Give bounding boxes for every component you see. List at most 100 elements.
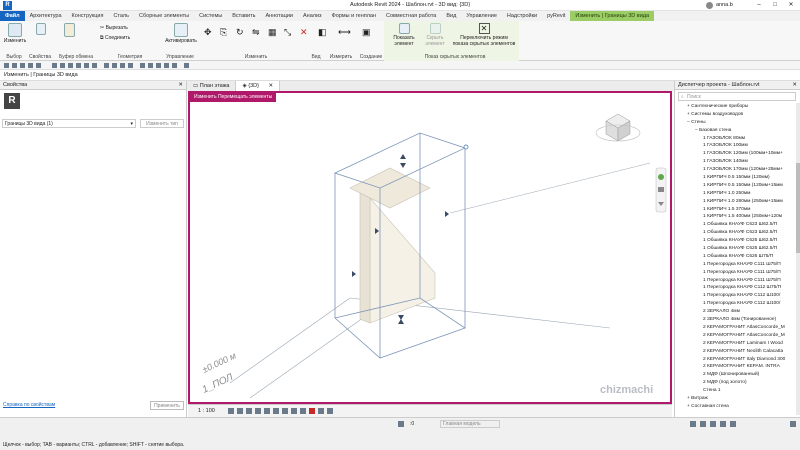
browser-tree-item[interactable]: 1 Обшивка КНАУФ С623 Ш62.5/П (675, 229, 795, 237)
browser-tree-item[interactable]: 1 ГАЗОБЛОК 120мм (100мм+10мм+ (675, 150, 795, 158)
close-browser-icon[interactable]: ✕ (792, 81, 797, 90)
tab-collaborate[interactable]: Совместная работа (381, 11, 441, 21)
browser-tree-item[interactable]: 1 Перегородка КНАУФ С111 Ш75/П (675, 261, 795, 269)
tab-architecture[interactable]: Архитектура (25, 11, 67, 21)
browser-tree-item[interactable]: 1 Перегородка КНАУФ С112 Ш100/ (675, 300, 795, 308)
browser-tree-item[interactable]: 2 КЕРАМОГРАНИТ Neolith Calacatta (675, 348, 795, 356)
paste-button[interactable] (62, 23, 76, 38)
delete-tool[interactable]: ✕ (300, 27, 308, 38)
status-model-selector[interactable]: Главная модель (440, 420, 500, 428)
rotate-tool[interactable]: ↻ (236, 27, 244, 38)
type-selector[interactable]: Границы 3D вида (1) ▾ (2, 119, 136, 128)
mirror-tool[interactable]: ⇋ (252, 27, 260, 38)
level-annotation: ±0.000 м 1_ПОЛ (201, 350, 238, 395)
browser-tree-item[interactable]: 1 ГАЗОБЛОК 140мм (675, 158, 795, 166)
browser-tree-item[interactable]: Стена 1 (675, 387, 795, 395)
browser-tree-item[interactable]: 1 КИРПИЧ 1.0 250мм (675, 190, 795, 198)
view-scale[interactable]: 1 : 100 (198, 408, 215, 414)
show-element-button[interactable]: Показать элемент (388, 23, 420, 47)
browser-tree-item[interactable]: 2 КЕРАМОГРАНИТ Italy Diamond 300 (675, 356, 795, 364)
close-properties-icon[interactable]: ✕ (178, 81, 183, 90)
model-canvas[interactable]: ±0.000 м 1_ПОЛ chizmachi (190, 93, 670, 402)
toggle-reveal-hidden-button[interactable]: ✕ Переключить режим показа скрытых элеме… (452, 23, 516, 47)
3d-viewport[interactable]: Изменить Перемещать элементы ±0.000 м 1_… (188, 91, 672, 404)
tab-annotate[interactable]: Аннотации (261, 11, 299, 21)
tab-massing-site[interactable]: Формы и генплан (327, 11, 381, 21)
tab-precast[interactable]: Сборные элементы (134, 11, 194, 21)
tab-pyrevit[interactable]: pyRevit (542, 11, 570, 21)
browser-tree-item[interactable]: 1 ГАЗОБЛОК 80мм (675, 135, 795, 143)
properties-button[interactable] (34, 23, 48, 36)
measure-tool[interactable]: ⟷ (338, 27, 351, 38)
close-tab-icon[interactable]: ✕ (268, 83, 273, 89)
browser-tree-item[interactable]: 1 КИРПИЧ 1.0 280мм (250мм+15мм (675, 198, 795, 206)
browser-tree-item[interactable]: 2 МДФ (Шпонированный) (675, 371, 795, 379)
browser-tree-item[interactable]: 1 Обшивка КНАУФ С626 Ш75/П (675, 253, 795, 261)
status-hint: Щелчок - выбор; TAB - варианты; CTRL - д… (3, 442, 185, 448)
tab-steel[interactable]: Сталь (108, 11, 134, 21)
browser-tree-item[interactable]: 1 Перегородка КНАУФ С111 Ш75/П (675, 277, 795, 285)
hide-element-button[interactable]: Скрыть элемент (420, 23, 450, 47)
browser-tree-item[interactable]: 1 Перегородка КНАУФ С112 Ш100/ (675, 292, 795, 300)
browser-tree-item[interactable]: 2 КЕРАМОГРАНИТ AtlasConcorde_M (675, 332, 795, 340)
browser-tree-item[interactable]: 2 МДФ (под золото) (675, 379, 795, 387)
browser-tree-item[interactable]: 1 КИРПИЧ 1.5 370мм (675, 206, 795, 214)
browser-tree-item[interactable]: 2 ЗЕРКАЛО 4мм (Тонированное) (675, 316, 795, 324)
browser-tree-item[interactable]: − Стены (675, 119, 795, 127)
create-group-tool[interactable]: ▣ (362, 27, 371, 38)
browser-search[interactable]: ⌕ Поиск (678, 92, 796, 101)
view-tool[interactable]: ◧ (318, 27, 327, 38)
tab-systems[interactable]: Системы (194, 11, 227, 21)
workset-icon[interactable] (398, 421, 404, 427)
browser-tree-item[interactable]: 1 Обшивка КНАУФ С625 Ш62.5/П (675, 245, 795, 253)
browser-scrollbar-thumb[interactable] (796, 163, 800, 253)
browser-tree-item[interactable]: 1 КИРПИЧ 0.5 150мм (120мм) (675, 174, 795, 182)
apply-button[interactable]: Применить (150, 401, 184, 410)
browser-tree-item[interactable]: 1 ГАЗОБЛОК 170мм (120мм+25мм+ (675, 166, 795, 174)
browser-tree-item[interactable]: 2 КЕРАМОГРАНИТ КЕРАМ. INTRA (675, 363, 795, 371)
tab-view[interactable]: Вид (441, 11, 461, 21)
revit-logo-icon[interactable]: R (3, 1, 12, 10)
browser-tree-item[interactable]: 1 Обшивка КНАУФ С623 Ш62.5/П (675, 221, 795, 229)
tab-floor-plan[interactable]: ▭ План этажа (187, 81, 237, 91)
cut-geometry-button[interactable]: ✂ Вырезать (100, 25, 128, 31)
browser-tree-item[interactable]: 2 КЕРАМОГРАНИТ Laminam I Wood (675, 340, 795, 348)
browser-tree-item[interactable]: 1 Перегородка КНАУФ С112 Ш75/П (675, 284, 795, 292)
tab-insert[interactable]: Вставить (227, 11, 260, 21)
edit-type-button[interactable]: Изменить тип (140, 119, 184, 128)
copy-tool[interactable]: ⎘ (220, 27, 227, 38)
tab-analyze[interactable]: Анализ (298, 11, 327, 21)
browser-scrollbar[interactable] (796, 103, 800, 415)
user-icon[interactable] (706, 2, 713, 9)
join-geometry-button[interactable]: ⧉ Соединить (100, 35, 130, 41)
tab-3d-view[interactable]: ◈ {3D} ✕ (236, 81, 281, 91)
browser-tree-item[interactable]: + Витраж (675, 395, 795, 403)
properties-help-link[interactable]: Справка по свойствам (3, 402, 55, 408)
browser-tree-item[interactable]: − Базовая стена (675, 127, 795, 135)
browser-tree-item[interactable]: 2 КЕРАМОГРАНИТ AtlasConcorde_M (675, 324, 795, 332)
modify-button[interactable]: Изменить (2, 23, 28, 44)
maximize-icon[interactable]: □ (768, 0, 782, 10)
tab-file[interactable]: Файл (0, 11, 25, 21)
tab-manage[interactable]: Управление (461, 11, 502, 21)
tab-addins[interactable]: Надстройки (502, 11, 542, 21)
activate-controls-button[interactable]: Активировать (164, 23, 198, 44)
tab-modify-3d-extents[interactable]: Изменить | Границы 3D вида (570, 11, 655, 21)
browser-tree-item[interactable]: + Сантехнические приборы (675, 103, 795, 111)
move-tool[interactable]: ✥ (204, 27, 212, 38)
browser-tree-item[interactable]: + Составная стена (675, 403, 795, 411)
browser-tree-item[interactable]: 1 КИРПИЧ 0.5 150мм (120мм+15мм (675, 182, 795, 190)
browser-tree-item[interactable]: + Системы воздуховодов (675, 111, 795, 119)
browser-tree-item[interactable]: 1 Перегородка КНАУФ С111 Ш75/П (675, 269, 795, 277)
scale-tool[interactable]: ⤡ (284, 27, 291, 38)
close-window-icon[interactable]: ✕ (784, 0, 798, 10)
user-name[interactable]: anna.b (716, 2, 733, 8)
minimize-icon[interactable]: – (752, 0, 766, 10)
browser-tree-item[interactable]: 1 ГАЗОБЛОК 100мм (675, 142, 795, 150)
array-tool[interactable]: ▦ (268, 27, 277, 38)
tab-structure[interactable]: Конструкция (67, 11, 109, 21)
browser-tree-item[interactable]: 1 КИРПИЧ 1.5 400мм (250мм+120м (675, 213, 795, 221)
browser-tree-item[interactable]: 1 Обшивка КНАУФ С625 Ш62.5/П (675, 237, 795, 245)
browser-tree-label: 2 КЕРАМОГРАНИТ Neolith Calacatta (703, 348, 784, 354)
browser-tree-item[interactable]: 2 ЗЕРКАЛО 4мм (675, 308, 795, 316)
